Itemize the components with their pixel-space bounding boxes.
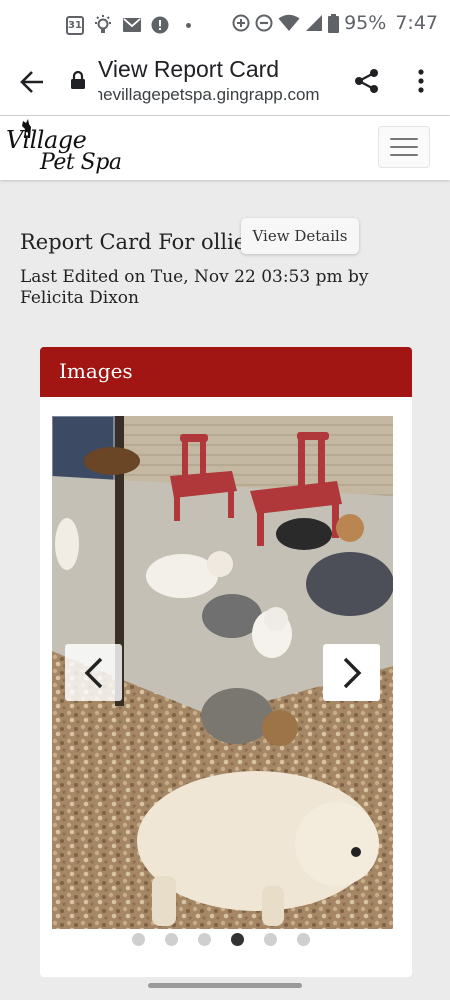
page-title: View Report Card <box>98 56 280 82</box>
menu-bar <box>390 146 418 148</box>
dnd-icon <box>255 14 273 32</box>
dot-icon <box>186 22 191 28</box>
chevron-left-icon <box>84 657 102 688</box>
url-text: thevillagepetspa.gingrapp.com <box>98 85 320 104</box>
battery-icon <box>328 13 340 33</box>
next-image-button[interactable] <box>323 644 380 701</box>
signal-icon <box>306 15 323 31</box>
carousel-dot[interactable] <box>198 933 211 946</box>
lightbulb-icon <box>95 15 111 33</box>
calendar-day: 31 <box>68 19 82 31</box>
more-vert-icon <box>418 69 424 93</box>
report-title: Report Card For ollie <box>20 230 247 254</box>
alert-icon <box>151 16 169 34</box>
images-title: Images <box>59 359 133 383</box>
share-icon <box>355 69 378 93</box>
data-saver-icon <box>232 14 250 32</box>
carousel-dot[interactable] <box>132 933 145 946</box>
system-icons: 95% 7:47 <box>232 12 438 34</box>
carousel-dot[interactable] <box>231 933 244 946</box>
back-button[interactable] <box>16 66 48 98</box>
images-header: Images <box>40 347 412 397</box>
view-details-button[interactable]: View Details <box>241 218 359 254</box>
more-options-button[interactable] <box>406 64 436 98</box>
wifi-icon <box>278 14 300 31</box>
menu-bar <box>390 154 418 156</box>
logo-text-petspa: Pet Spa <box>40 150 122 175</box>
last-edited-text: Last Edited on Tue, Nov 22 03:53 pm by F… <box>20 267 369 308</box>
mail-icon <box>123 18 141 32</box>
menu-bar <box>390 138 418 140</box>
site-header: Village Pet Spa <box>0 116 450 180</box>
images-card: Images <box>40 347 412 977</box>
battery-percent: 95% <box>344 12 387 34</box>
lock-icon[interactable] <box>70 70 86 90</box>
share-button[interactable] <box>350 64 384 98</box>
gesture-navigation-bar[interactable] <box>148 983 302 988</box>
carousel-dot[interactable] <box>297 933 310 946</box>
carousel-dot[interactable] <box>264 933 277 946</box>
carousel-indicators <box>132 933 310 946</box>
notification-icons: 31 <box>66 14 191 36</box>
previous-image-button[interactable] <box>65 644 122 701</box>
browser-toolbar: View Report Card thevillagepetspa.gingra… <box>0 50 450 116</box>
chevron-right-icon <box>343 657 361 688</box>
calendar-icon: 31 <box>66 15 84 35</box>
status-bar: 31 95% 7:47 <box>0 0 450 50</box>
carousel-dot[interactable] <box>165 933 178 946</box>
url-bar[interactable]: thevillagepetspa.gingrapp.com <box>98 85 338 105</box>
clock: 7:47 <box>395 12 438 34</box>
back-arrow-icon <box>20 71 43 93</box>
menu-button[interactable] <box>378 126 430 168</box>
site-logo[interactable]: Village Pet Spa <box>6 118 124 178</box>
